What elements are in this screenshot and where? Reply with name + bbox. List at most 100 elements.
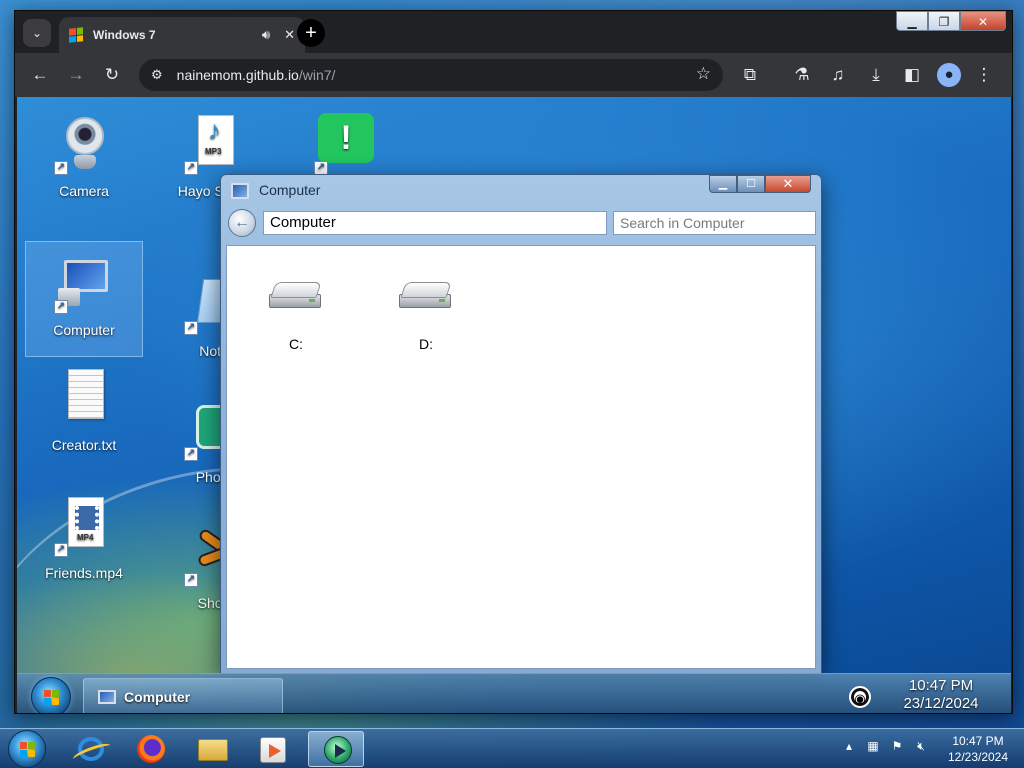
internet-explorer-icon bbox=[78, 737, 104, 761]
tray-overflow-icon[interactable]: ▴ bbox=[842, 739, 856, 753]
hard-drive-icon bbox=[269, 280, 323, 314]
back-button[interactable]: ← bbox=[228, 209, 256, 237]
exclamation-app-icon: ! ↗ bbox=[314, 113, 374, 177]
arrow-left-icon: ← bbox=[234, 214, 250, 231]
desktop-icon-friends-mp4[interactable]: MP4 ↗ Friends.mp4 bbox=[25, 495, 143, 581]
explorer-maximize-button[interactable]: ☐ bbox=[737, 175, 765, 193]
desktop-icon-label: Computer bbox=[53, 322, 115, 338]
flask-icon[interactable]: ⚗ bbox=[791, 64, 813, 86]
side-panel-icon[interactable]: ◧ bbox=[901, 64, 923, 86]
taskbar-app-ie[interactable] bbox=[62, 731, 118, 767]
page-taskbar: Computer ◉ 10:47 PM 23/12/2024 bbox=[17, 673, 1011, 713]
page-clock: 10:47 PM 23/12/2024 bbox=[891, 677, 991, 713]
drive-label: C: bbox=[289, 336, 303, 352]
desktop-icon-camera[interactable]: ↗ Camera bbox=[25, 113, 143, 199]
explorer-address-bar[interactable]: Computer bbox=[263, 211, 607, 235]
taskbar-app-media[interactable] bbox=[244, 731, 300, 767]
desktop-icon-computer[interactable]: ↗ Computer bbox=[25, 241, 143, 357]
puzzle-icon[interactable]: ⧉ bbox=[739, 64, 761, 86]
desktop-icon-creator-txt[interactable]: Creator.txt bbox=[25, 367, 143, 453]
maximize-button[interactable]: ❐ bbox=[928, 11, 960, 31]
music-file-icon: ♪ MP3 ↗ bbox=[184, 113, 242, 177]
tab-search-button[interactable]: ⌄ bbox=[23, 19, 51, 47]
desktop-icon-label: Creator.txt bbox=[51, 437, 117, 453]
explorer-minimize-button[interactable]: ▁ bbox=[709, 175, 737, 193]
desktop-icon-label: Camera bbox=[59, 183, 109, 199]
arrow-right-icon[interactable]: → bbox=[65, 64, 87, 86]
desktop-icon-app[interactable]: ! ↗ bbox=[285, 113, 403, 183]
explorer-nav-bar: ← Computer bbox=[221, 205, 821, 243]
page-clock-date: 23/12/2024 bbox=[903, 695, 979, 712]
tab-windows7[interactable]: Windows 7 🔊︎ ✕ bbox=[59, 17, 305, 53]
url-path: /win7/ bbox=[298, 67, 336, 83]
media-player-icon bbox=[324, 736, 352, 764]
hard-drive-icon bbox=[399, 280, 453, 314]
drive-label: D: bbox=[419, 336, 433, 352]
maximize-icon: ☐ bbox=[746, 178, 756, 190]
reload-icon[interactable]: ↻ bbox=[101, 64, 123, 86]
folder-icon bbox=[198, 739, 228, 761]
host-taskbar: ▴ ▦ ⚑ 🔇︎ 10:47 PM 12/23/2024 bbox=[0, 728, 1024, 768]
taskbar-app-wmp[interactable] bbox=[308, 731, 364, 767]
taskbar-item-label: Computer bbox=[124, 689, 191, 705]
media-center-icon bbox=[260, 737, 286, 763]
explorer-window: Computer ▁ ☐ ✕ ← Computer C: D bbox=[220, 174, 822, 674]
firefox-icon bbox=[137, 735, 165, 763]
media-control-icon[interactable]: ♫ bbox=[827, 64, 849, 86]
download-icon[interactable]: ⤓ bbox=[865, 64, 887, 86]
maximize-icon: ❐ bbox=[938, 15, 950, 29]
flag-icon[interactable]: ⚑ bbox=[890, 739, 904, 753]
minimize-button[interactable]: ▁ bbox=[896, 11, 928, 31]
taskbar-item-computer[interactable]: Computer bbox=[83, 678, 283, 713]
taskbar-app-explorer[interactable] bbox=[184, 731, 240, 767]
camera-icon: ↗ bbox=[54, 113, 112, 177]
start-button[interactable] bbox=[31, 677, 71, 713]
volume-muted-icon[interactable]: 🔇︎ bbox=[914, 739, 928, 753]
minimize-icon: ▁ bbox=[718, 178, 728, 190]
video-file-icon: MP4 ↗ bbox=[54, 495, 112, 559]
github-icon[interactable]: ◉ bbox=[849, 686, 871, 708]
host-clock-date: 12/23/2024 bbox=[947, 750, 1009, 764]
computer-icon bbox=[231, 183, 249, 199]
explorer-content: C: D: bbox=[226, 245, 816, 669]
site-info-icon[interactable]: ⚙ bbox=[151, 67, 163, 83]
drive-c[interactable]: C: bbox=[251, 280, 341, 352]
minimize-icon: ▁ bbox=[907, 15, 917, 29]
address-bar[interactable]: ⚙ nainemom.github.io /win7/ ☆ bbox=[139, 59, 723, 91]
drive-d[interactable]: D: bbox=[381, 280, 471, 352]
computer-icon: ↗ bbox=[54, 252, 112, 316]
system-tray: ▴ ▦ ⚑ 🔇︎ bbox=[842, 739, 928, 753]
browser-window: ⌄ Windows 7 🔊︎ ✕ + ▁ ❐ ✕ ← → ↻ ⚙ nainemo… bbox=[14, 10, 1013, 714]
close-icon[interactable]: ✕ bbox=[284, 27, 295, 43]
explorer-titlebar[interactable]: Computer ▁ ☐ ✕ bbox=[221, 175, 821, 205]
plus-icon: + bbox=[305, 22, 317, 44]
close-icon: ✕ bbox=[782, 176, 794, 191]
host-start-button[interactable] bbox=[8, 730, 46, 768]
explorer-window-controls: ▁ ☐ ✕ bbox=[709, 175, 811, 193]
network-icon[interactable]: ▦ bbox=[866, 739, 880, 753]
window-controls: ▁ ❐ ✕ bbox=[896, 11, 1006, 31]
explorer-title: Computer bbox=[259, 182, 321, 198]
new-tab-button[interactable]: + bbox=[297, 19, 325, 47]
tab-strip: ⌄ Windows 7 🔊︎ ✕ + ▁ ❐ ✕ bbox=[15, 11, 1012, 53]
explorer-close-button[interactable]: ✕ bbox=[765, 175, 811, 193]
url-host: nainemom.github.io bbox=[176, 67, 299, 83]
windows-logo-icon bbox=[69, 27, 83, 43]
text-file-icon bbox=[56, 367, 112, 431]
chevron-down-icon: ⌄ bbox=[31, 26, 43, 40]
arrow-left-icon[interactable]: ← bbox=[29, 64, 51, 86]
host-clock[interactable]: 10:47 PM 12/23/2024 bbox=[936, 733, 1020, 765]
kebab-menu-icon[interactable]: ⋮ bbox=[973, 64, 995, 86]
host-clock-time: 10:47 PM bbox=[952, 734, 1004, 748]
taskbar-app-firefox[interactable] bbox=[122, 731, 178, 767]
star-icon[interactable]: ☆ bbox=[696, 64, 711, 84]
profile-icon[interactable]: ● bbox=[937, 63, 961, 87]
close-icon: ✕ bbox=[977, 15, 989, 29]
close-window-button[interactable]: ✕ bbox=[960, 11, 1006, 31]
explorer-search-input[interactable] bbox=[613, 211, 816, 235]
speaker-icon[interactable]: 🔊︎ bbox=[262, 27, 270, 43]
desktop-icon-label: Friends.mp4 bbox=[45, 565, 123, 581]
browser-toolbar: ← → ↻ ⚙ nainemom.github.io /win7/ ☆ ⧉ ⚗ … bbox=[15, 53, 1012, 97]
page-viewport: ↗ Camera ↗ Computer Creator.txt MP4 ↗ Fri… bbox=[17, 97, 1011, 713]
page-clock-time: 10:47 PM bbox=[908, 677, 974, 694]
